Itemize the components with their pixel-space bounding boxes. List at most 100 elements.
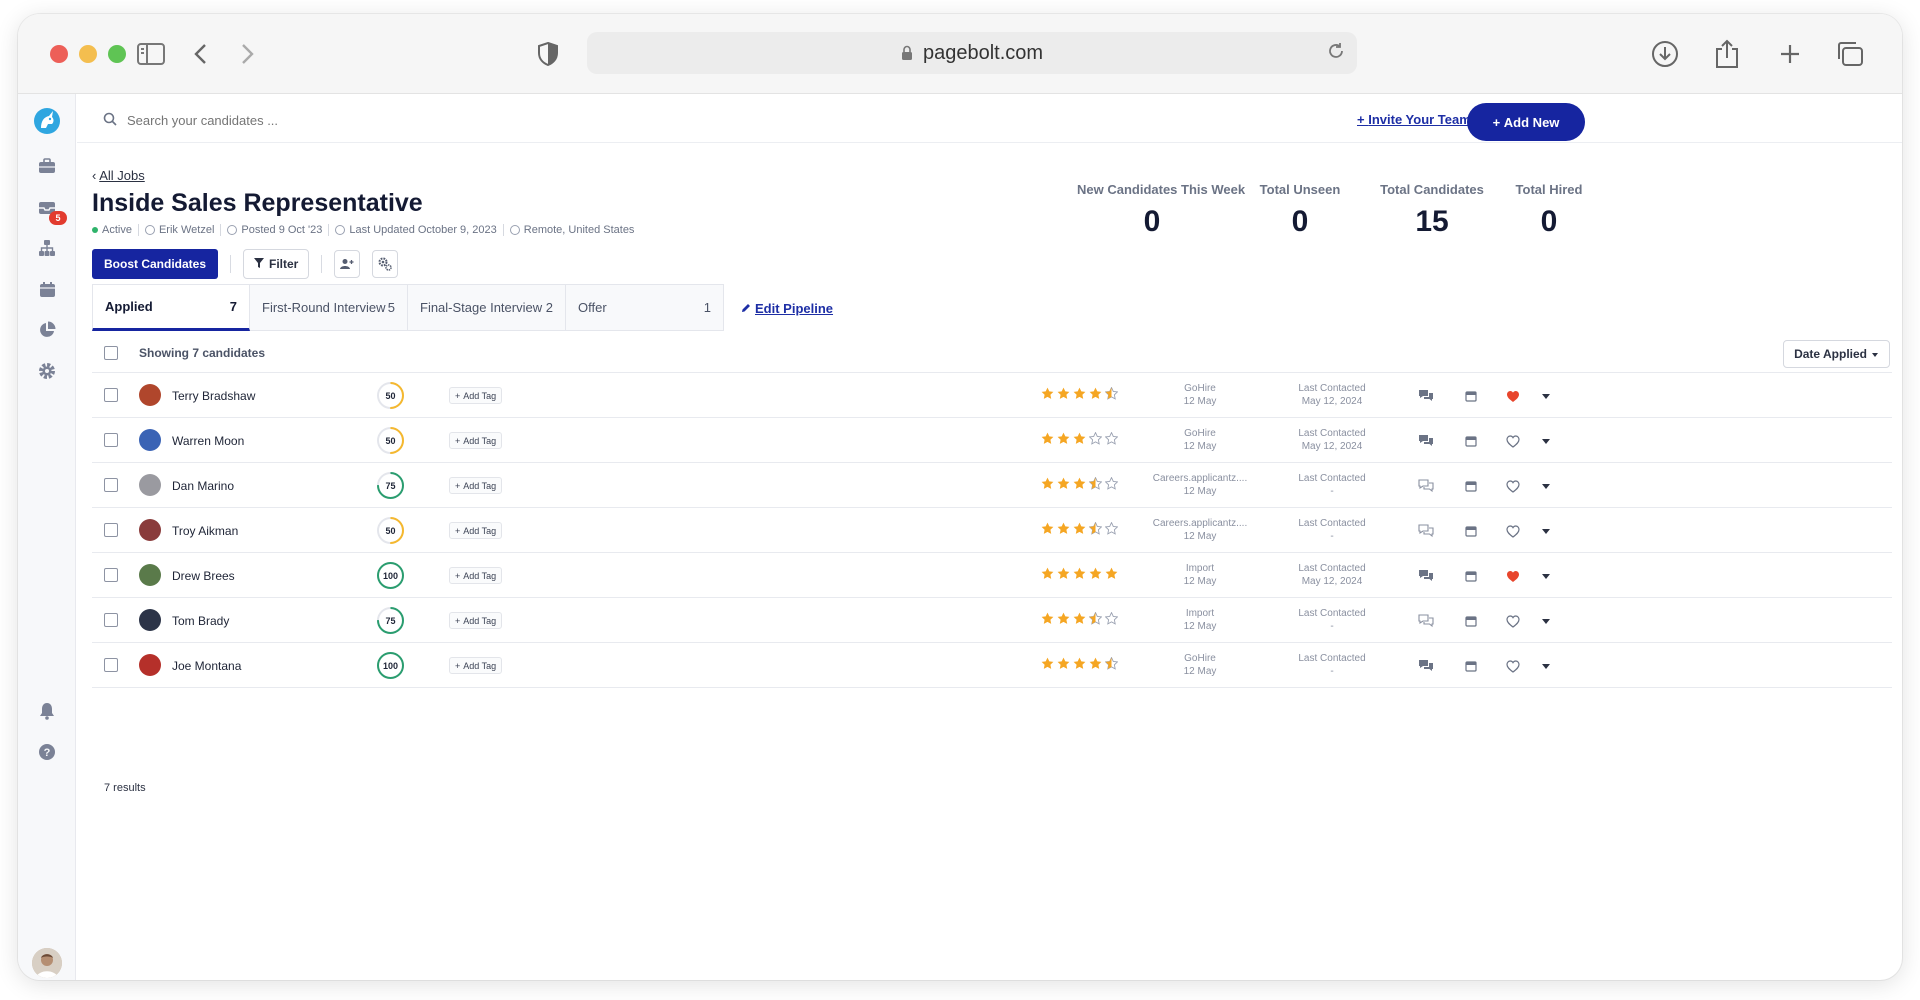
candidate-name[interactable]: Terry Bradshaw — [172, 389, 255, 403]
star-filled-icon[interactable] — [1041, 612, 1054, 625]
add-tag-button[interactable]: + Add Tag — [449, 612, 503, 629]
tab-final-stage-interview[interactable]: Final-Stage Interview 2 — [408, 284, 566, 331]
candidate-name[interactable]: Warren Moon — [172, 434, 244, 448]
calendar-icon[interactable] — [1463, 478, 1479, 494]
tab-offer[interactable]: Offer 1 — [566, 284, 724, 331]
star-filled-icon[interactable] — [1073, 432, 1086, 445]
tab-applied[interactable]: Applied 7 — [92, 284, 250, 331]
star-rating[interactable] — [1041, 387, 1118, 400]
add-tag-button[interactable]: + Add Tag — [449, 522, 503, 539]
add-new-button[interactable]: + Add New — [1467, 103, 1585, 141]
star-half-icon[interactable] — [1089, 612, 1102, 625]
star-rating[interactable] — [1041, 612, 1118, 625]
row-checkbox[interactable] — [104, 568, 118, 582]
candidate-name[interactable]: Dan Marino — [172, 479, 234, 493]
heart-outline-icon[interactable] — [1505, 478, 1521, 494]
row-checkbox[interactable] — [104, 613, 118, 627]
star-empty-icon[interactable] — [1105, 477, 1118, 490]
filter-button[interactable]: Filter — [243, 249, 310, 279]
minimize-window-button[interactable] — [79, 45, 97, 63]
star-rating[interactable] — [1041, 657, 1118, 670]
messages-icon[interactable] — [1418, 388, 1434, 404]
heart-outline-icon[interactable] — [1505, 523, 1521, 539]
table-row[interactable]: Dan Marino 75 + Add Tag Careers.applicantz..… — [92, 463, 1892, 508]
star-half-icon[interactable] — [1105, 387, 1118, 400]
download-icon[interactable] — [1650, 40, 1680, 68]
messages-icon[interactable] — [1418, 613, 1434, 629]
caret-down-icon[interactable] — [1538, 388, 1554, 404]
unicorn-logo-icon[interactable] — [32, 106, 62, 136]
add-tag-button[interactable]: + Add Tag — [449, 567, 503, 584]
reload-icon[interactable] — [1327, 42, 1345, 60]
star-filled-icon[interactable] — [1057, 387, 1070, 400]
star-empty-icon[interactable] — [1089, 432, 1102, 445]
star-half-icon[interactable] — [1089, 477, 1102, 490]
star-filled-icon[interactable] — [1073, 657, 1086, 670]
messages-icon[interactable] — [1418, 523, 1434, 539]
star-filled-icon[interactable] — [1073, 567, 1086, 580]
caret-down-icon[interactable] — [1538, 658, 1554, 674]
search-bar[interactable] — [103, 112, 427, 129]
star-filled-icon[interactable] — [1089, 387, 1102, 400]
star-filled-icon[interactable] — [1057, 567, 1070, 580]
address-bar[interactable]: pagebolt.com — [587, 32, 1357, 74]
calendar-icon[interactable] — [1463, 613, 1479, 629]
heart-outline-icon[interactable] — [1505, 433, 1521, 449]
new-tab-plus-icon[interactable] — [1775, 40, 1805, 68]
star-filled-icon[interactable] — [1073, 387, 1086, 400]
user-avatar[interactable] — [32, 948, 62, 978]
star-filled-icon[interactable] — [1057, 477, 1070, 490]
caret-down-icon[interactable] — [1538, 523, 1554, 539]
add-tag-button[interactable]: + Add Tag — [449, 657, 503, 674]
calendar-icon[interactable] — [1463, 658, 1479, 674]
star-empty-icon[interactable] — [1105, 432, 1118, 445]
row-checkbox[interactable] — [104, 388, 118, 402]
heart-outline-icon[interactable] — [1505, 613, 1521, 629]
star-filled-icon[interactable] — [1105, 567, 1118, 580]
candidate-name[interactable]: Drew Brees — [172, 569, 235, 583]
candidate-name[interactable]: Tom Brady — [172, 614, 229, 628]
star-filled-icon[interactable] — [1041, 567, 1054, 580]
star-filled-icon[interactable] — [1057, 432, 1070, 445]
messages-icon[interactable] — [1418, 433, 1434, 449]
caret-down-icon[interactable] — [1538, 478, 1554, 494]
shield-icon[interactable] — [536, 40, 560, 68]
star-empty-icon[interactable] — [1105, 612, 1118, 625]
calendar-icon[interactable] — [1463, 433, 1479, 449]
star-filled-icon[interactable] — [1057, 612, 1070, 625]
star-half-icon[interactable] — [1105, 657, 1118, 670]
sort-dropdown[interactable]: Date Applied — [1783, 340, 1890, 368]
star-filled-icon[interactable] — [1041, 522, 1054, 535]
star-rating[interactable] — [1041, 522, 1118, 535]
add-person-button[interactable] — [334, 250, 361, 278]
star-filled-icon[interactable] — [1073, 477, 1086, 490]
star-filled-icon[interactable] — [1057, 522, 1070, 535]
star-filled-icon[interactable] — [1041, 657, 1054, 670]
star-filled-icon[interactable] — [1041, 432, 1054, 445]
row-checkbox[interactable] — [104, 433, 118, 447]
table-row[interactable]: Drew Brees 100 + Add Tag Import 12 May Last Co… — [92, 553, 1892, 598]
star-rating[interactable] — [1041, 432, 1118, 445]
tab-overview-icon[interactable] — [1835, 40, 1865, 68]
search-input[interactable] — [127, 113, 427, 128]
maximize-window-button[interactable] — [108, 45, 126, 63]
table-row[interactable]: Warren Moon 50 + Add Tag GoHire 12 May Last Co… — [92, 418, 1892, 463]
sidebar-toggle-icon[interactable] — [136, 40, 166, 68]
invite-team-link[interactable]: + Invite Your Team — [1357, 112, 1471, 127]
star-filled-icon[interactable] — [1041, 387, 1054, 400]
pie-chart-icon[interactable] — [35, 318, 59, 342]
calendar-icon[interactable] — [1463, 388, 1479, 404]
star-filled-icon[interactable] — [1089, 657, 1102, 670]
caret-down-icon[interactable] — [1538, 613, 1554, 629]
star-empty-icon[interactable] — [1105, 522, 1118, 535]
all-jobs-link[interactable]: ‹ All Jobs — [92, 168, 145, 183]
star-filled-icon[interactable] — [1057, 657, 1070, 670]
add-tag-button[interactable]: + Add Tag — [449, 477, 503, 494]
messages-icon[interactable] — [1418, 658, 1434, 674]
star-half-icon[interactable] — [1089, 522, 1102, 535]
caret-down-icon[interactable] — [1538, 568, 1554, 584]
star-filled-icon[interactable] — [1041, 477, 1054, 490]
select-all-checkbox[interactable] — [104, 346, 118, 360]
table-row[interactable]: Terry Bradshaw 50 + Add Tag GoHire 12 May Last… — [92, 373, 1892, 418]
forward-arrow-icon[interactable] — [238, 40, 258, 68]
